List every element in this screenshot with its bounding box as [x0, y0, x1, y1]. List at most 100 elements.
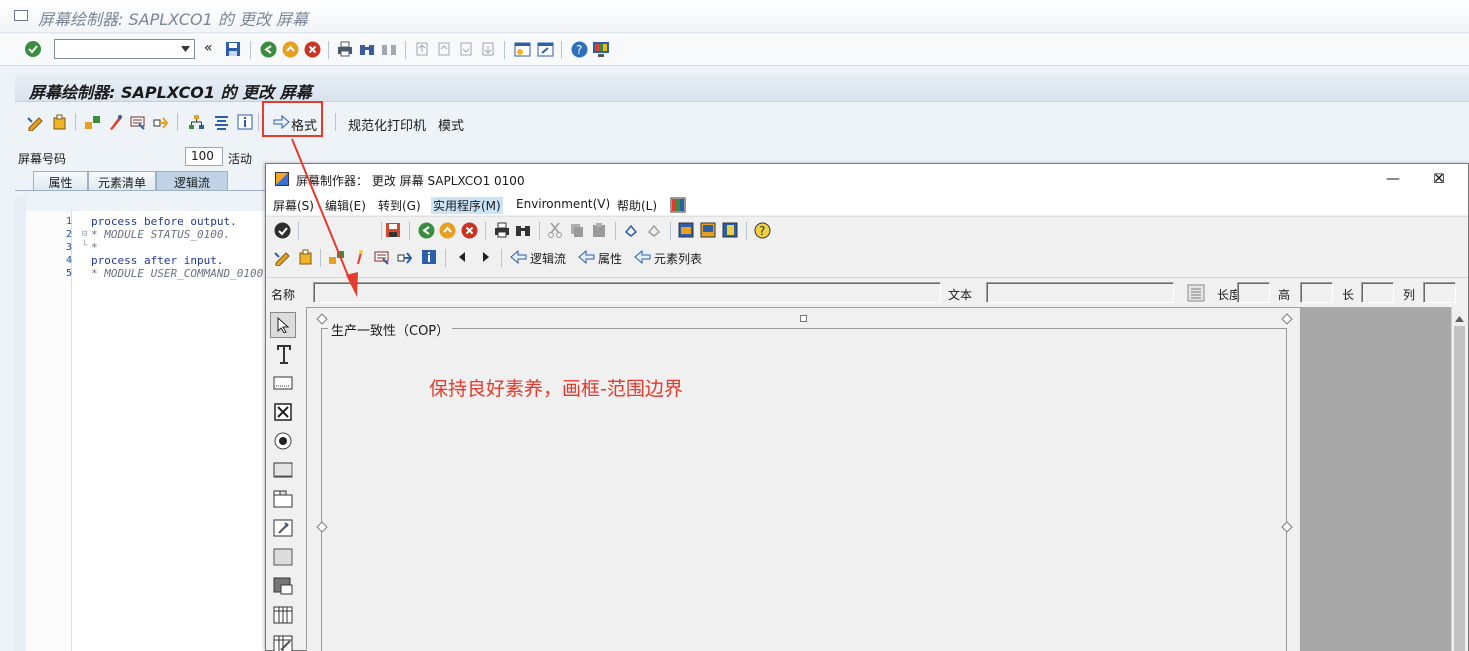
screen-number-label: 屏幕号码	[18, 152, 67, 166]
screen-graphic-icon-2[interactable]	[698, 220, 718, 240]
activate-icon[interactable]	[105, 112, 125, 132]
where-used-icon[interactable]	[151, 112, 171, 132]
next-icon[interactable]	[476, 247, 496, 267]
test-icon[interactable]	[372, 247, 392, 267]
length-field[interactable]	[1237, 282, 1270, 303]
previous-icon[interactable]	[452, 247, 472, 267]
menu-utilities[interactable]: 实用程序(M)	[431, 197, 503, 214]
command-field[interactable]	[54, 39, 195, 59]
text-dictionary-icon[interactable]	[1186, 283, 1206, 303]
screen-graphic-icon-1[interactable]	[676, 220, 696, 240]
help-icon[interactable]: ?	[752, 220, 772, 240]
previous-page-icon[interactable]	[434, 39, 454, 59]
command-dropdown-icon[interactable]	[176, 40, 194, 58]
new-session-icon[interactable]	[512, 39, 532, 59]
window-menu-icon[interactable]	[14, 10, 28, 21]
tab-element-list[interactable]: 元素清单	[88, 171, 156, 191]
info-icon[interactable]	[235, 112, 255, 132]
activate-icon[interactable]	[349, 247, 369, 267]
last-page-icon[interactable]	[478, 39, 498, 59]
create-shortcut-icon[interactable]	[535, 39, 555, 59]
flow-logic-button[interactable]: 逻辑流	[530, 250, 566, 267]
print-icon[interactable]	[335, 39, 355, 59]
element-list-arrow-icon[interactable]	[632, 247, 652, 267]
normalized-printer-button[interactable]: 规范化打印机	[348, 115, 426, 134]
tabstrip-tool-icon[interactable]	[270, 486, 296, 512]
subscreen-tool-icon[interactable]	[270, 573, 296, 599]
other-object-icon[interactable]	[49, 112, 69, 132]
attributes-arrow-icon[interactable]	[576, 247, 596, 267]
text-field-tool-icon[interactable]	[270, 341, 296, 367]
tab-flow-logic[interactable]: 逻辑流	[156, 171, 228, 191]
attributes-button[interactable]: 属性	[598, 250, 622, 267]
scroll-up-icon[interactable]	[1455, 311, 1464, 325]
first-page-icon[interactable]	[412, 39, 432, 59]
align-icon[interactable]	[211, 112, 231, 132]
enter-check-icon[interactable]	[23, 39, 43, 59]
cancel-icon[interactable]	[302, 39, 322, 59]
help-icon[interactable]: ?	[569, 39, 589, 59]
menu-screen[interactable]: 屏幕(S)	[271, 197, 316, 214]
text-field[interactable]	[986, 282, 1174, 303]
find-next-icon[interactable]	[379, 39, 399, 59]
customize-layout-icon[interactable]	[591, 39, 611, 59]
input-field-tool-icon[interactable]	[270, 370, 296, 396]
color-palette-icon[interactable]	[668, 195, 688, 215]
pushbutton-tool-icon[interactable]	[270, 457, 296, 483]
collapse-icon[interactable]: «	[204, 40, 213, 56]
save-icon[interactable]	[223, 39, 243, 59]
info-icon[interactable]	[419, 247, 439, 267]
height-field[interactable]	[1300, 282, 1333, 303]
screen-graphic-icon-3[interactable]	[720, 220, 740, 240]
fold-collapse-icon[interactable]: ⊟	[82, 229, 87, 239]
screen-number-field[interactable]: 100	[185, 147, 223, 166]
paste-icon[interactable]	[589, 220, 609, 240]
next-page-icon[interactable]	[456, 39, 476, 59]
test-icon[interactable]	[128, 112, 148, 132]
length2-field[interactable]	[1361, 282, 1394, 303]
display-change-icon[interactable]	[272, 247, 292, 267]
back-icon[interactable]	[416, 220, 436, 240]
mode-button[interactable]: 模式	[438, 115, 464, 134]
copy-icon[interactable]	[567, 220, 587, 240]
column-field[interactable]	[1423, 282, 1456, 303]
exit-icon[interactable]	[437, 220, 457, 240]
menu-edit[interactable]: 编辑(E)	[323, 197, 368, 214]
save-icon[interactable]	[383, 220, 403, 240]
resize-handle[interactable]	[800, 315, 807, 322]
menu-goto[interactable]: 转到(G)	[376, 197, 423, 214]
table-control-wizard-tool-icon[interactable]	[270, 631, 296, 651]
menu-help[interactable]: 帮助(L)	[615, 197, 659, 214]
scrollbar-thumb[interactable]	[1454, 326, 1465, 651]
tabstrip-wizard-tool-icon[interactable]	[270, 515, 296, 541]
redo-icon[interactable]	[644, 220, 664, 240]
minimize-button[interactable]	[1370, 168, 1416, 190]
pointer-tool-icon[interactable]	[270, 312, 296, 338]
check-icon[interactable]	[326, 247, 346, 267]
radio-button-tool-icon[interactable]	[270, 428, 296, 454]
name-field[interactable]	[313, 282, 941, 303]
cut-icon[interactable]	[545, 220, 565, 240]
back-icon[interactable]	[258, 39, 278, 59]
tab-attributes[interactable]: 属性	[33, 171, 88, 191]
hierarchy-icon[interactable]	[186, 112, 206, 132]
undo-icon[interactable]	[621, 220, 641, 240]
box-tool-icon[interactable]	[270, 544, 296, 570]
code-line: * MODULE USER_COMMAND_0100.	[91, 267, 270, 280]
print-icon[interactable]	[492, 220, 512, 240]
display-change-icon[interactable]	[25, 112, 45, 132]
find-icon[interactable]	[513, 220, 533, 240]
check-icon[interactable]	[82, 112, 102, 132]
flow-logic-arrow-icon[interactable]	[508, 247, 528, 267]
checkbox-tool-icon[interactable]	[270, 399, 296, 425]
enter-check-icon[interactable]	[272, 220, 292, 240]
close-icon[interactable]: ✕	[1416, 168, 1462, 190]
other-object-icon[interactable]	[295, 247, 315, 267]
table-control-tool-icon[interactable]	[270, 602, 296, 628]
menu-environment[interactable]: Environment(V)	[514, 197, 612, 211]
exit-icon[interactable]	[280, 39, 300, 59]
element-list-button[interactable]: 元素列表	[654, 250, 702, 267]
cancel-icon[interactable]	[459, 220, 479, 240]
find-icon[interactable]	[357, 39, 377, 59]
where-used-icon[interactable]	[395, 247, 415, 267]
